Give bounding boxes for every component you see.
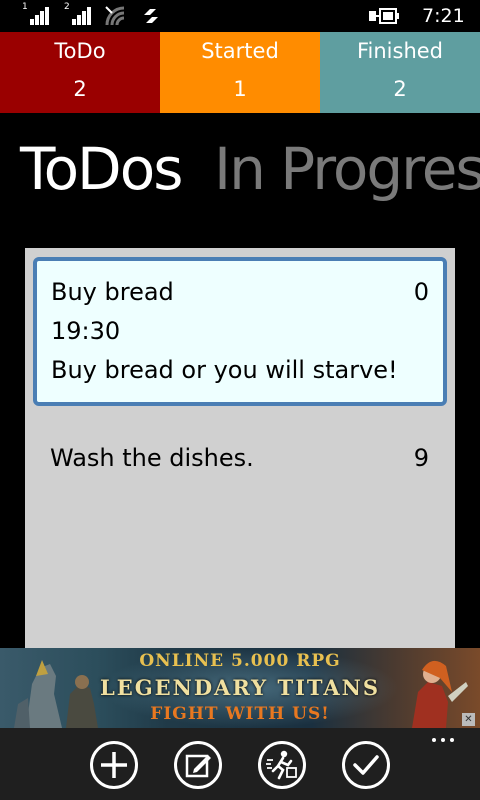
task-description: Buy bread or you will starve! (51, 356, 398, 384)
task-title: Wash the dishes. (50, 444, 254, 472)
task-list[interactable]: Buy bread 0 19:30 Buy bread or you will … (25, 248, 455, 648)
pivot-header: ToDos In Progress (0, 135, 480, 215)
edit-button[interactable] (174, 741, 222, 789)
app-bar (0, 728, 480, 800)
category-tiles: ToDo 2 Started 1 Finished 2 (0, 32, 480, 113)
status-bar: 1 2 7:21 (0, 0, 480, 32)
tile-label: ToDo (54, 39, 106, 63)
add-icon (101, 752, 127, 778)
more-icon[interactable] (432, 738, 458, 746)
add-button[interactable] (90, 741, 138, 789)
signal-icon: 2 (64, 2, 94, 25)
ad-call-to-action: FIGHT WITH US! (150, 704, 330, 724)
list-item[interactable]: Wash the dishes. 9 (25, 440, 455, 484)
list-item[interactable]: Buy bread 0 19:30 Buy bread or you will … (33, 257, 447, 406)
ad-banner[interactable]: ONLINE 5.000 RPG LEGENDARY TITANS FIGHT … (0, 648, 480, 728)
start-icon (266, 750, 297, 780)
ad-tagline: ONLINE 5.000 RPG (139, 651, 341, 671)
task-title: Buy bread (51, 278, 174, 306)
tile-count: 2 (393, 77, 407, 101)
task-time: 19:30 (51, 317, 121, 345)
sim-label: 1 (22, 2, 28, 12)
task-count: 9 (413, 444, 429, 472)
start-task-button[interactable] (258, 741, 306, 789)
battery-charging-icon (369, 8, 399, 24)
signal-icon: 1 (22, 2, 52, 25)
tile-todo[interactable]: ToDo 2 (0, 32, 160, 113)
task-count: 0 (413, 278, 429, 306)
check-icon (353, 755, 379, 775)
clock: 7:21 (422, 5, 465, 27)
edit-icon (185, 754, 211, 778)
pivot-item-in-progress[interactable]: In Progress (214, 135, 480, 203)
sim-label: 2 (64, 2, 70, 12)
wifi-icon (105, 6, 125, 26)
tile-started[interactable]: Started 1 (160, 32, 320, 113)
tile-count: 2 (73, 77, 87, 101)
tile-label: Finished (356, 39, 444, 63)
complete-task-button[interactable] (342, 741, 390, 789)
ad-close-icon[interactable]: ✕ (462, 713, 475, 726)
tile-count: 1 (233, 77, 247, 101)
pivot-item-todos[interactable]: ToDos (20, 135, 183, 203)
tile-label: Started (201, 39, 279, 63)
tile-finished[interactable]: Finished 2 (320, 32, 480, 113)
ad-title: LEGENDARY TITANS (99, 675, 381, 700)
data-connection-icon (144, 9, 158, 23)
